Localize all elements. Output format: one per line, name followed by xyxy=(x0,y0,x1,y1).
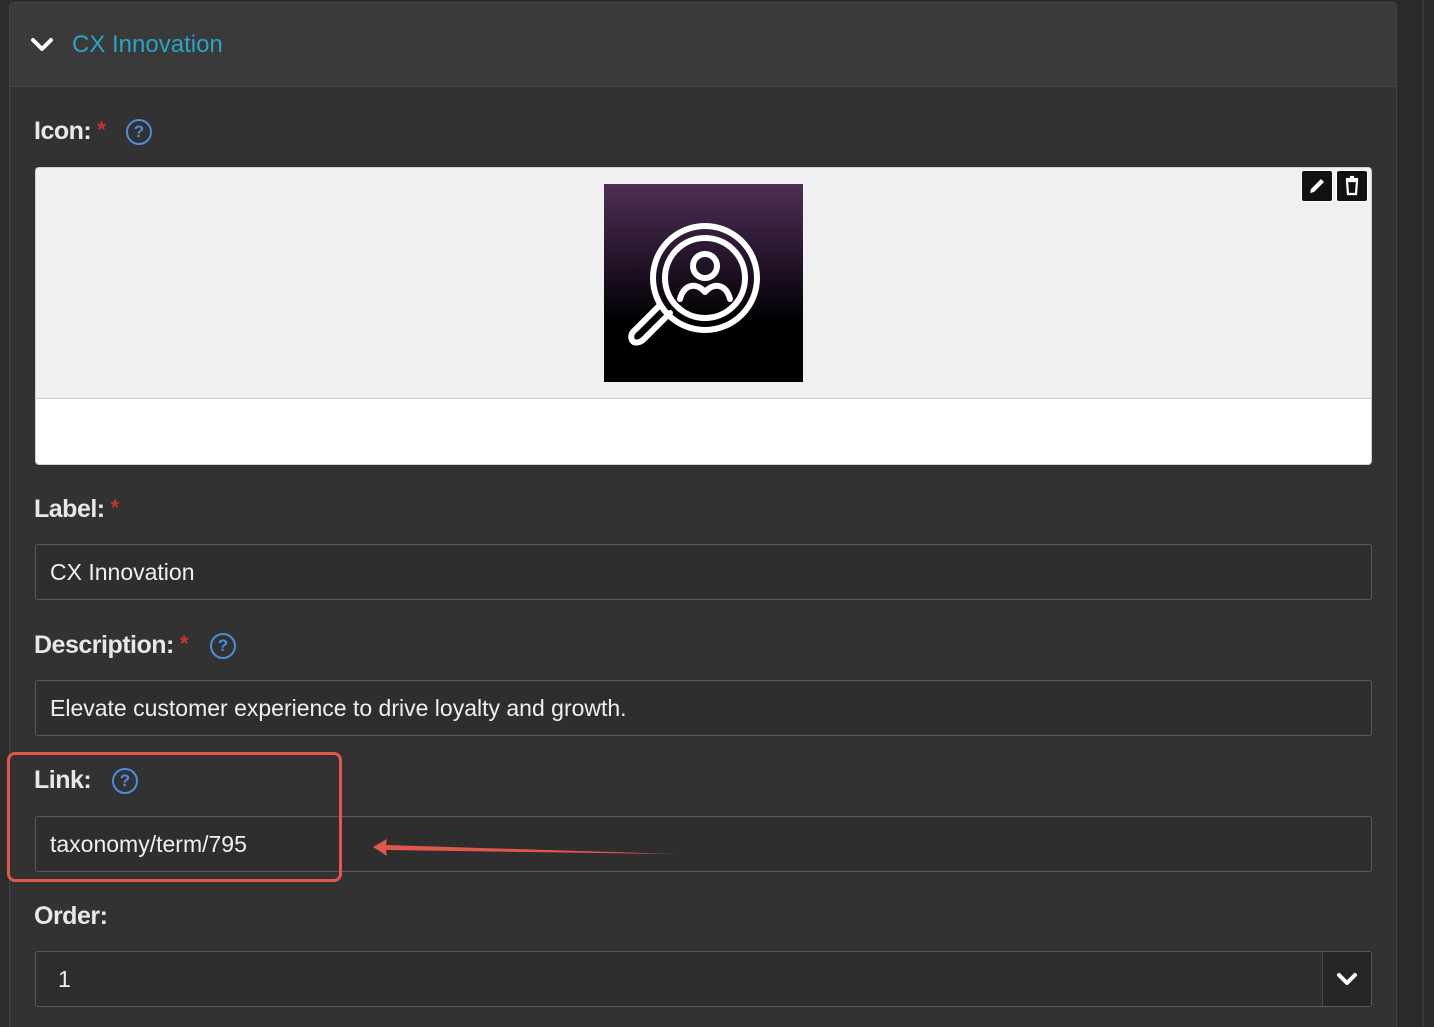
scroll-gutter xyxy=(1398,0,1434,1027)
chevron-down-icon[interactable] xyxy=(30,33,54,57)
label-input[interactable]: CX Innovation xyxy=(35,544,1372,600)
help-icon[interactable]: ? xyxy=(210,633,236,659)
help-icon[interactable]: ? xyxy=(112,768,138,794)
icon-field-label: Icon: * xyxy=(34,117,106,146)
label-field-label: Label: * xyxy=(34,495,119,524)
label-label-text: Label: xyxy=(34,495,105,523)
trash-icon xyxy=(1345,175,1359,196)
order-select-value: 1 xyxy=(58,966,71,992)
panel-title[interactable]: CX Innovation xyxy=(72,31,223,59)
order-field-label: Order: xyxy=(34,902,108,931)
page: CX Innovation Icon: * ? Label: * CX Inno… xyxy=(0,0,1434,1027)
panel-header-toggle[interactable]: CX Innovation xyxy=(10,3,1396,87)
edit-image-button[interactable] xyxy=(1301,170,1333,202)
cx-innovation-panel: CX Innovation Icon: * ? Label: * CX Inno… xyxy=(9,2,1397,1027)
description-input[interactable]: Elevate customer experience to drive loy… xyxy=(35,680,1372,736)
remove-image-button[interactable] xyxy=(1336,170,1368,202)
required-marker: * xyxy=(110,495,120,520)
link-label-text: Link: xyxy=(34,766,92,794)
chevron-down-icon xyxy=(1337,973,1357,985)
icon-label-text: Icon: xyxy=(34,117,92,145)
select-dropdown-button[interactable] xyxy=(1322,952,1371,1006)
order-label-text: Order: xyxy=(34,902,108,930)
link-field-label: Link: xyxy=(34,766,92,795)
icon-thumbnail xyxy=(604,184,803,382)
scrollbar-track[interactable] xyxy=(1422,0,1424,1027)
icon-image-widget xyxy=(35,167,1372,465)
required-marker: * xyxy=(97,117,106,142)
link-input[interactable]: taxonomy/term/795 xyxy=(35,816,1372,872)
order-select[interactable]: 1 xyxy=(35,951,1372,1007)
image-preview-area xyxy=(36,168,1371,399)
description-field-label: Description: * xyxy=(34,631,188,660)
pencil-icon xyxy=(1310,179,1324,193)
required-marker: * xyxy=(179,631,189,656)
help-icon[interactable]: ? xyxy=(126,119,152,145)
magnifier-person-icon xyxy=(628,223,760,346)
description-label-text: Description: xyxy=(34,631,174,659)
